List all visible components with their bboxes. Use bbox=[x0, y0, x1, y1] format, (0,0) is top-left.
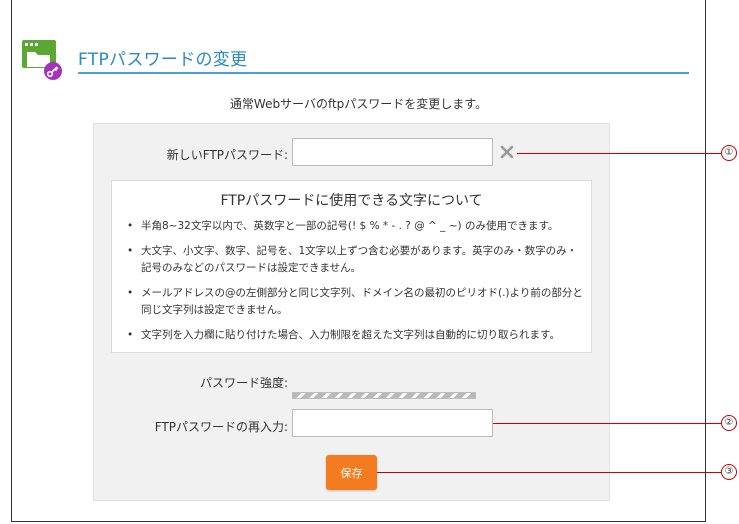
ftp-folder-key-icon bbox=[22, 40, 62, 80]
callout-number-2: ② bbox=[721, 415, 737, 431]
callout-number-3: ③ bbox=[721, 464, 737, 480]
password-label: 新しいFTPパスワード: bbox=[166, 148, 288, 162]
reenter-label: FTPパスワードの再入力: bbox=[154, 420, 288, 434]
page-title: FTPパスワードの変更 bbox=[78, 50, 248, 70]
clear-icon[interactable] bbox=[499, 144, 515, 160]
callout-number-1: ① bbox=[721, 145, 737, 161]
rules-title: FTPパスワードに使用できる文字について bbox=[220, 193, 483, 209]
callout-line-2 bbox=[493, 423, 721, 424]
callout-line-1 bbox=[517, 153, 721, 154]
password-strength-meter bbox=[292, 392, 476, 399]
rule-item: 文字列を入力欄に貼り付けた場合、入力制限を超えた文字列は自動的に切り取られます。 bbox=[127, 327, 587, 344]
rule-item: メールアドレスの@の左側部分と同じ文字列、ドメイン名の最初のピリオド(.)より前… bbox=[127, 285, 587, 319]
rules-list: 半角8~32文字以内で、英数字と一部の記号(! $ % * - . ? @ ^ … bbox=[127, 218, 587, 352]
new-password-input[interactable] bbox=[292, 138, 493, 166]
title-divider bbox=[78, 72, 689, 74]
strength-label: パスワード強度: bbox=[199, 376, 288, 390]
password-rules-box: FTPパスワードに使用できる文字について 半角8~32文字以内で、英数字と一部の… bbox=[111, 180, 592, 353]
reenter-password-input[interactable] bbox=[292, 409, 493, 437]
rule-item: 大文字、小文字、数字、記号を、1文字以上ずつ含む必要があります。英字のみ・数字の… bbox=[127, 243, 587, 277]
save-button[interactable]: 保存 bbox=[326, 455, 377, 490]
callout-line-3 bbox=[377, 472, 721, 473]
intro-text: 通常Webサーバのftpパスワードを変更します。 bbox=[229, 97, 488, 111]
rule-item: 半角8~32文字以内で、英数字と一部の記号(! $ % * - . ? @ ^ … bbox=[127, 218, 587, 235]
